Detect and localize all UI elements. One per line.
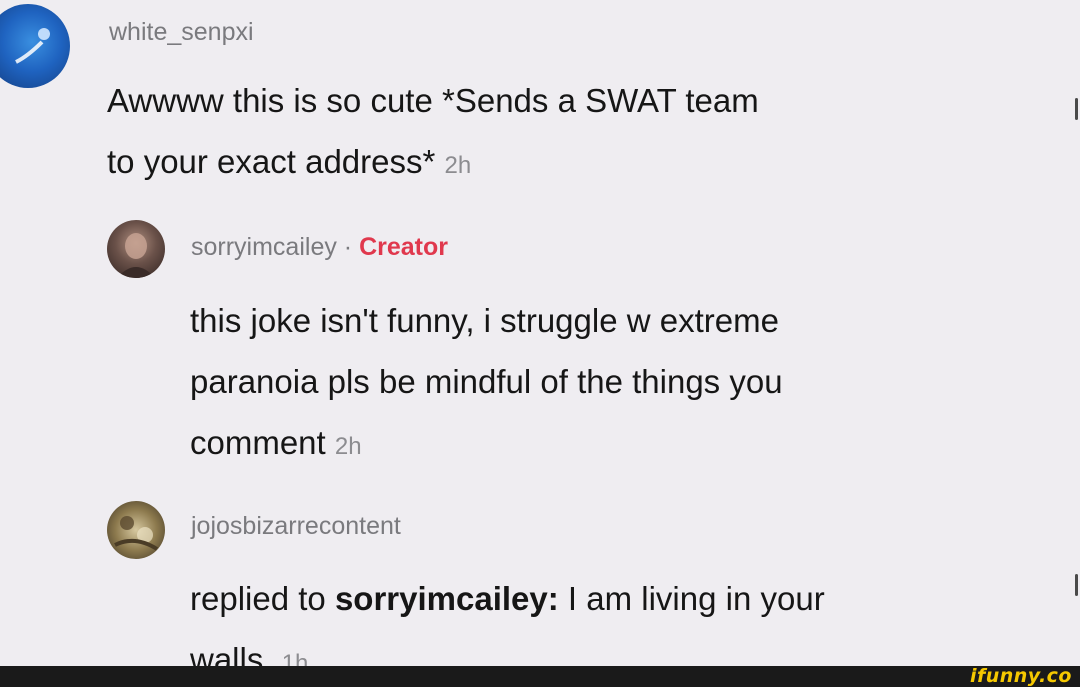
comment-text: Awwww this is so cute *Sends a SWAT team…	[107, 70, 759, 196]
edge-mark	[1075, 574, 1078, 596]
comment-line: replied to sorryimcailey: I am living in…	[190, 568, 825, 629]
comment-line-text: I am living in your	[558, 580, 825, 617]
comment-username[interactable]: white_senpxi	[109, 18, 254, 47]
comment-line: this joke isn't funny, i struggle w extr…	[190, 302, 779, 339]
avatar[interactable]	[0, 4, 70, 88]
timestamp: 2h	[444, 152, 472, 179]
comment-line-text: walls.	[190, 641, 273, 666]
comment-text: replied to sorryimcailey: I am living in…	[190, 568, 825, 666]
ifunny-logo: ifunny.co	[969, 665, 1072, 687]
edge-mark	[1075, 98, 1078, 120]
comment-line: comment 2h	[190, 412, 783, 477]
comment-line: to your exact address* 2h	[107, 131, 759, 196]
comment-username[interactable]: jojosbizarrecontent	[191, 512, 401, 541]
watermark-bar: ifunny.co	[0, 665, 1080, 687]
username-text[interactable]: sorryimcailey	[191, 233, 337, 261]
reply-prefix: replied to	[190, 580, 335, 617]
comment-line-text: to your exact address*	[107, 143, 436, 180]
comment-line: paranoia pls be mindful of the things yo…	[190, 363, 783, 400]
timestamp: 1h	[281, 650, 309, 666]
avatar-art-icon	[15, 28, 50, 64]
comment-username[interactable]: sorryimcailey · Creator	[191, 233, 448, 262]
separator: ·	[336, 233, 360, 261]
reply-target-link[interactable]: sorryimcailey:	[335, 580, 559, 617]
timestamp: 2h	[334, 433, 362, 460]
comment-text: this joke isn't funny, i struggle w extr…	[190, 290, 783, 477]
avatar[interactable]	[107, 501, 165, 559]
comment-thread: white_senpxi Awwww this is so cute *Send…	[0, 0, 1080, 666]
avatar-art-icon	[114, 516, 159, 551]
comment-line: Awwww this is so cute *Sends a SWAT team	[107, 82, 759, 119]
avatar-face-icon	[117, 233, 155, 278]
comment-line-text: comment	[190, 424, 326, 461]
avatar[interactable]	[107, 220, 165, 278]
comment-line: walls. 1h	[190, 629, 825, 666]
creator-badge: Creator	[359, 233, 448, 261]
